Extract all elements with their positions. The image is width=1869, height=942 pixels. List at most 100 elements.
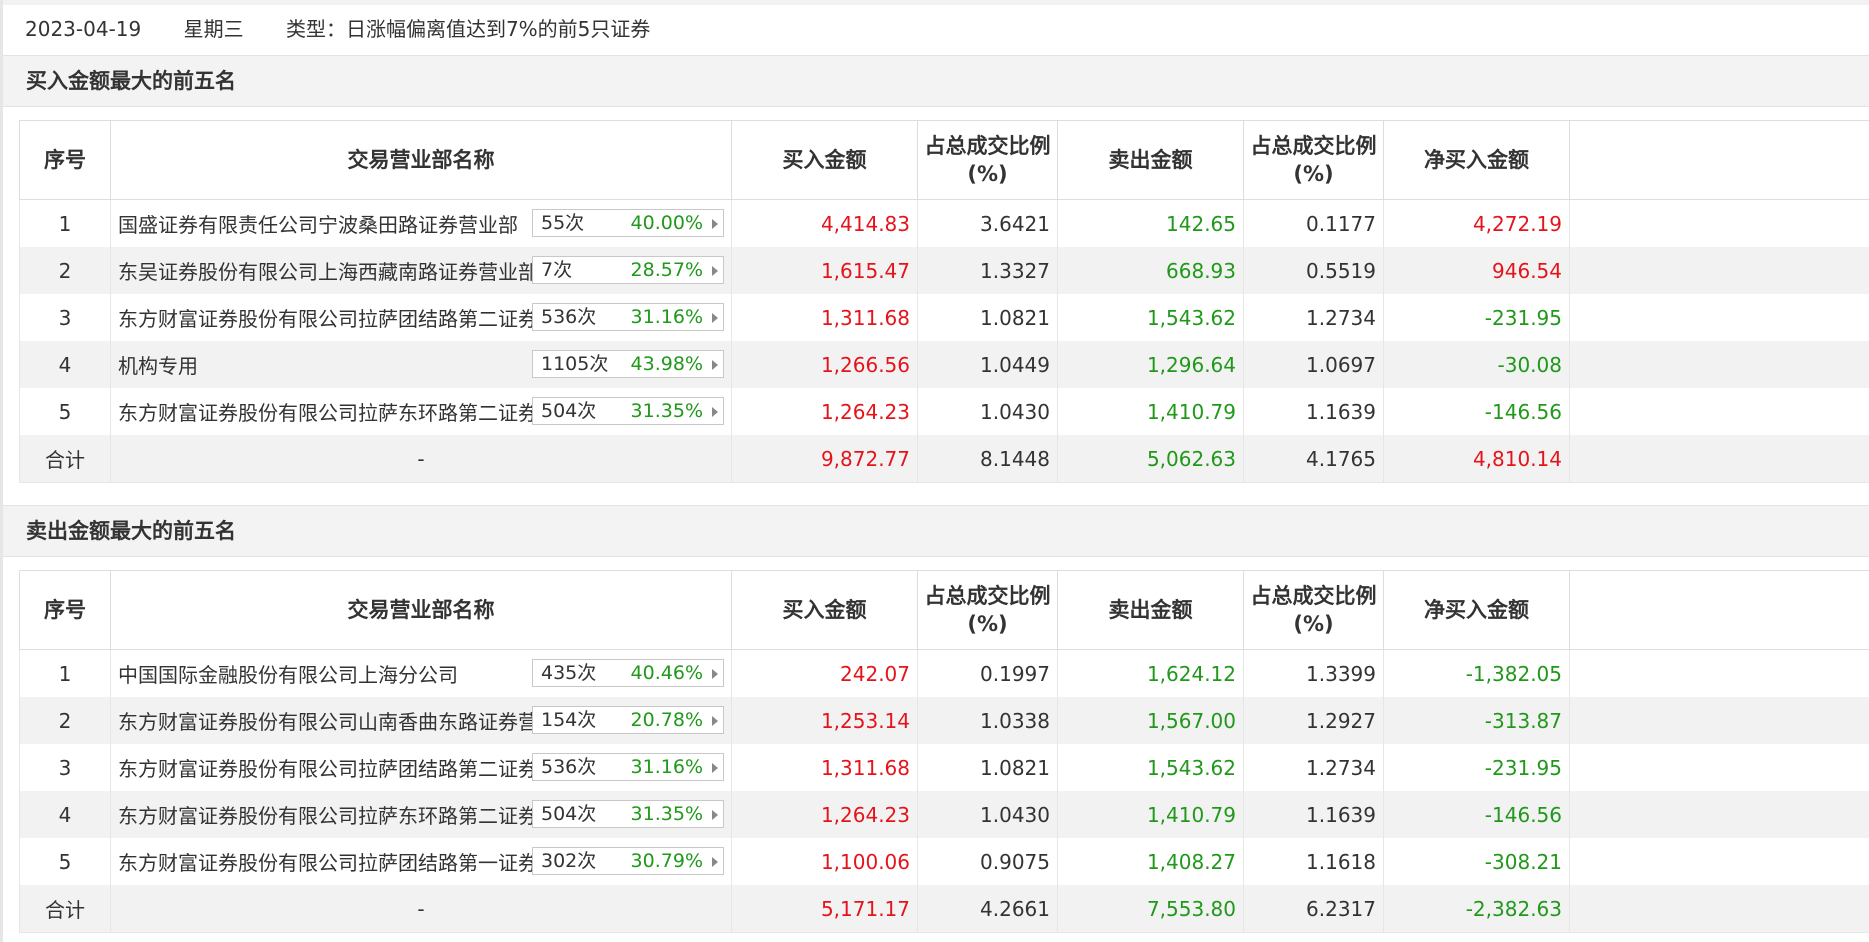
sell-pct: 1.2927	[1243, 697, 1384, 744]
broker-times: 536次	[541, 306, 597, 328]
broker-times: 504次	[541, 803, 597, 825]
buy-pct: 3.6421	[917, 199, 1058, 247]
broker-stats-badge[interactable]: 154次 20.78%	[532, 706, 724, 734]
net-amount: -1,382.05	[1383, 649, 1570, 697]
row-index: 3	[19, 744, 111, 791]
broker-stats-badge[interactable]: 302次 30.79%	[532, 847, 724, 875]
col-header-sell-pct-line1: 占总成交比例	[1250, 134, 1377, 158]
broker-win-pct: 40.00%	[630, 212, 703, 234]
row-name-cell: 国盛证券有限责任公司宁波桑田路证券营业部 55次 40.00%	[110, 199, 732, 247]
broker-stats-badge[interactable]: 536次 31.16%	[532, 753, 724, 781]
col-header-buy-pct: 占总成交比例 (%)	[917, 120, 1058, 200]
sell-section-title: 卖出金额最大的前五名	[26, 519, 236, 543]
broker-stats-badge[interactable]: 504次 31.35%	[532, 800, 724, 828]
col-header-idx: 序号	[19, 570, 111, 650]
blank-cell	[1569, 791, 1869, 838]
broker-times: 435次	[541, 662, 597, 684]
col-header-sell-pct-line2: (%)	[1293, 162, 1334, 186]
row-name-cell: 东方财富证券股份有限公司拉萨东环路第二证券营业部 504次 31.35%	[110, 791, 732, 838]
col-header-idx: 序号	[19, 120, 111, 200]
row-name-cell: 东方财富证券股份有限公司拉萨团结路第一证券营业部 302次 30.79%	[110, 838, 732, 885]
buy-section-title: 买入金额最大的前五名	[26, 69, 236, 93]
sell-amount: 1,408.27	[1057, 838, 1244, 885]
col-header-name: 交易营业部名称	[110, 120, 732, 200]
buy-top5-table: 序号 交易营业部名称 买入金额 占总成交比例 (%) 卖出金额 占总成交比例 (%)…	[19, 120, 1869, 483]
net-amount: -231.95	[1383, 744, 1570, 791]
caret-right-icon	[712, 763, 718, 773]
blank-cell	[1569, 885, 1869, 933]
net-amount: -146.56	[1383, 388, 1570, 435]
buy-pct: 0.9075	[917, 838, 1058, 885]
net-amount: -313.87	[1383, 697, 1570, 744]
broker-stats-badge[interactable]: 504次 31.35%	[532, 397, 724, 425]
blank-cell	[1569, 388, 1869, 435]
blank-cell	[1569, 649, 1869, 697]
total-sell-amount: 5,062.63	[1057, 435, 1244, 483]
col-header-net: 净买入金额	[1383, 570, 1570, 650]
total-sell-pct: 4.1765	[1243, 435, 1384, 483]
col-header-sell: 卖出金额	[1057, 570, 1244, 650]
table-row: 1 国盛证券有限责任公司宁波桑田路证券营业部 55次 40.00% 4,414.…	[19, 199, 1869, 247]
buy-amount: 242.07	[731, 649, 918, 697]
sell-pct: 1.1639	[1243, 388, 1384, 435]
net-amount: -231.95	[1383, 294, 1570, 341]
net-amount: 946.54	[1383, 247, 1570, 294]
row-index: 4	[19, 791, 111, 838]
broker-stats-badge[interactable]: 1105次 43.98%	[532, 350, 724, 378]
net-amount: 4,272.19	[1383, 199, 1570, 247]
sell-pct: 1.3399	[1243, 649, 1384, 697]
broker-times: 536次	[541, 756, 597, 778]
buy-amount: 4,414.83	[731, 199, 918, 247]
broker-stats-badge[interactable]: 7次 28.57%	[532, 256, 724, 284]
sell-pct: 1.1618	[1243, 838, 1384, 885]
buy-amount: 1,311.68	[731, 294, 918, 341]
table-total-row: 合计 - 9,872.77 8.1448 5,062.63 4.1765 4,8…	[19, 435, 1869, 483]
row-name-cell: 东方财富证券股份有限公司拉萨团结路第二证券营业部 536次 31.16%	[110, 294, 732, 341]
col-header-sell-pct: 占总成交比例 (%)	[1243, 570, 1384, 650]
sell-amount: 1,410.79	[1057, 388, 1244, 435]
blank-cell	[1569, 199, 1869, 247]
col-header-sell: 卖出金额	[1057, 120, 1244, 200]
col-header-buy: 买入金额	[731, 120, 918, 200]
caret-right-icon	[712, 407, 718, 417]
row-index: 5	[19, 388, 111, 435]
table-row: 4 东方财富证券股份有限公司拉萨东环路第二证券营业部 504次 31.35% 1…	[19, 791, 1869, 838]
broker-times: 302次	[541, 850, 597, 872]
table-row: 2 东方财富证券股份有限公司山南香曲东路证券营业部 154次 20.78% 1,…	[19, 697, 1869, 744]
broker-stats-badge[interactable]: 435次 40.46%	[532, 659, 724, 687]
total-label: 合计	[19, 885, 111, 933]
broker-stats-badge[interactable]: 55次 40.00%	[532, 209, 724, 237]
row-name-cell: 东方财富证券股份有限公司拉萨团结路第二证券营业部 536次 31.16%	[110, 744, 732, 791]
sell-amount: 1,410.79	[1057, 791, 1244, 838]
blank-cell	[1569, 435, 1869, 483]
caret-right-icon	[712, 266, 718, 276]
broker-win-pct: 40.46%	[630, 662, 703, 684]
sell-pct: 0.5519	[1243, 247, 1384, 294]
buy-amount: 1,253.14	[731, 697, 918, 744]
net-amount: -146.56	[1383, 791, 1570, 838]
row-index: 2	[19, 697, 111, 744]
broker-stats-badge[interactable]: 536次 31.16%	[532, 303, 724, 331]
total-buy-amount: 9,872.77	[731, 435, 918, 483]
sell-pct: 1.1639	[1243, 791, 1384, 838]
col-header-buy-pct-line1: 占总成交比例	[924, 134, 1051, 158]
col-header-buy-pct: 占总成交比例 (%)	[917, 570, 1058, 650]
broker-win-pct: 30.79%	[630, 850, 703, 872]
col-header-blank	[1569, 120, 1869, 200]
row-name-cell: 中国国际金融股份有限公司上海分公司 435次 40.46%	[110, 649, 732, 697]
row-index: 4	[19, 341, 111, 388]
top-divider	[0, 0, 1869, 5]
broker-win-pct: 31.35%	[630, 400, 703, 422]
broker-times: 504次	[541, 400, 597, 422]
table-row: 3 东方财富证券股份有限公司拉萨团结路第二证券营业部 536次 31.16% 1…	[19, 744, 1869, 791]
buy-amount: 1,264.23	[731, 791, 918, 838]
sell-amount: 1,543.62	[1057, 294, 1244, 341]
blank-cell	[1569, 294, 1869, 341]
row-name-cell: 机构专用 1105次 43.98%	[110, 341, 732, 388]
buy-section-header: 买入金额最大的前五名	[3, 55, 1869, 107]
table-row: 5 东方财富证券股份有限公司拉萨东环路第二证券营业部 504次 31.35% 1…	[19, 388, 1869, 435]
buy-pct: 1.0430	[917, 791, 1058, 838]
row-index: 1	[19, 649, 111, 697]
sell-amount: 1,567.00	[1057, 697, 1244, 744]
buy-pct: 1.0338	[917, 697, 1058, 744]
